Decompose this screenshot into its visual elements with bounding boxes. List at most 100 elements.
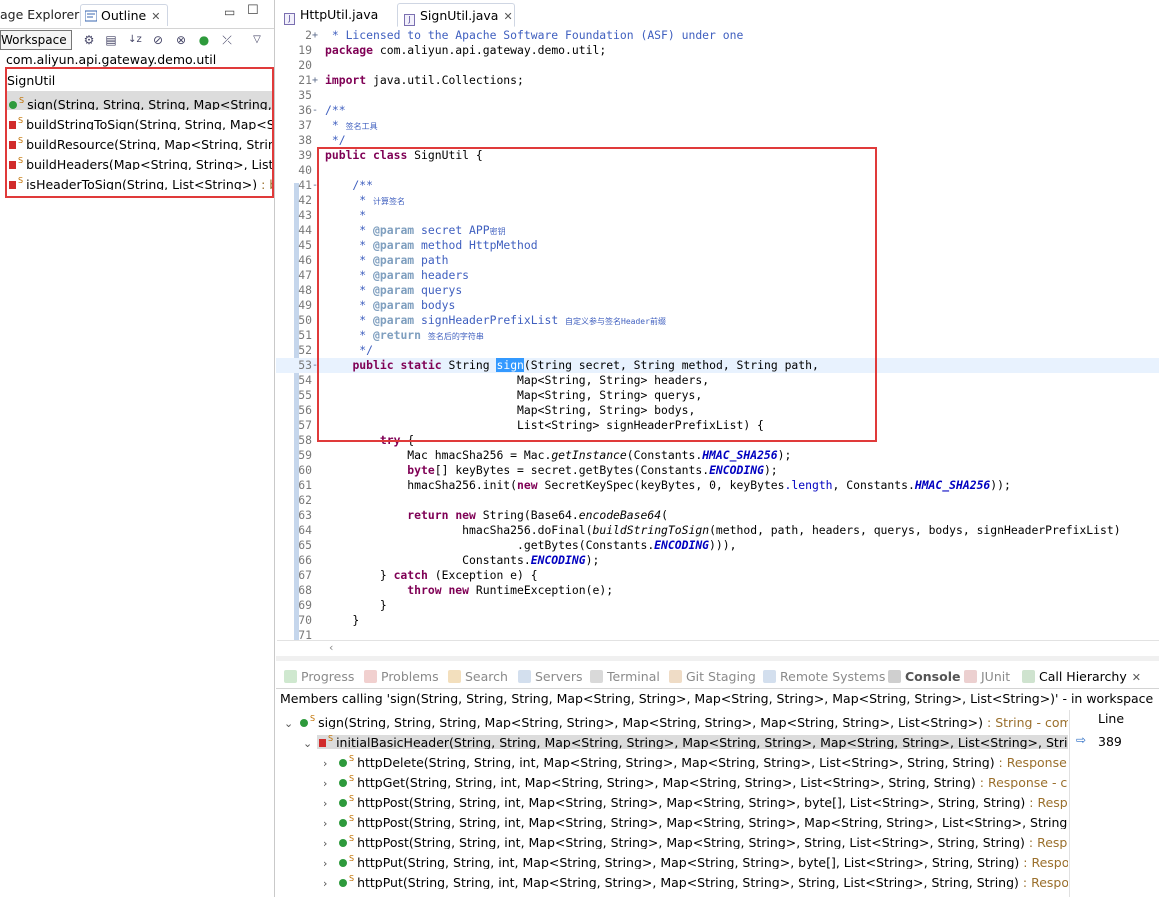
- outline-class-item[interactable]: SignUtil: [7, 71, 272, 90]
- outline-member-buildheaders[interactable]: SbuildHeaders(Map<String, String>, List<…: [7, 151, 272, 170]
- hide-local-types-icon[interactable]: ⤫: [220, 33, 234, 47]
- tab-servers[interactable]: Servers: [518, 667, 583, 687]
- member-return-type: : bo: [261, 177, 272, 190]
- chevron-right-icon[interactable]: ›: [323, 874, 337, 889]
- call-location-arrow-icon: ⇨: [1076, 733, 1087, 747]
- tab-progress[interactable]: Progress: [284, 667, 354, 687]
- close-icon[interactable]: ✕: [151, 10, 160, 23]
- code-line: 38 */: [298, 133, 346, 147]
- minimize-icon[interactable]: ▭: [224, 5, 235, 19]
- tree-root-sign[interactable]: ⌄ Ssign(String, String, String, Map<Strin…: [284, 709, 1068, 729]
- tree-node-caller[interactable]: › ShttpPost(String, String, int, Map<Stri…: [323, 829, 1068, 849]
- public-method-icon: [339, 779, 347, 787]
- tree-node-caller[interactable]: › ShttpPut(String, String, int, Map<Strin…: [323, 869, 1068, 889]
- tab-label: Remote Systems: [780, 669, 886, 684]
- tab-git-staging[interactable]: Git Staging: [669, 667, 756, 687]
- tab-console[interactable]: Console: [888, 667, 960, 687]
- chevron-right-icon[interactable]: ›: [323, 774, 337, 789]
- chevron-right-icon[interactable]: ›: [323, 834, 337, 849]
- call-line-number[interactable]: 389: [1098, 734, 1122, 749]
- code-line: 20: [298, 58, 312, 72]
- tree-node-caller[interactable]: › ShttpPut(String, String, int, Map<Strin…: [323, 849, 1068, 869]
- outline-member-sign[interactable]: Ssign(String, String, String, Map<String…: [7, 91, 272, 110]
- code-line: 61 hmacSha256.init(new SecretKeySpec(key…: [298, 478, 1011, 492]
- tab-httputil-java[interactable]: J HttpUtil.java: [278, 3, 393, 27]
- tree-label: httpPost(String, String, int, Map<String…: [357, 815, 1068, 829]
- hide-nonpublic-icon[interactable]: ●: [197, 33, 211, 47]
- tab-label: Git Staging: [686, 669, 756, 684]
- call-hierarchy-title: Members calling 'sign(String, String, St…: [280, 691, 1154, 706]
- console-icon: [888, 670, 901, 683]
- panel-divider[interactable]: [276, 656, 1159, 661]
- tree-return-type: : Response - com.aliyun.: [979, 775, 1068, 789]
- java-file-icon: J: [284, 13, 295, 25]
- code-line: 71: [298, 628, 312, 640]
- scroll-left-icon[interactable]: ‹: [329, 641, 333, 654]
- tree-node-caller[interactable]: › ShttpGet(String, String, int, Map<Strin…: [323, 769, 1068, 789]
- horizontal-scrollbar[interactable]: ‹: [277, 640, 1159, 655]
- outline-member-isheadertosign[interactable]: SisHeaderToSign(String, List<String>) : …: [7, 171, 272, 190]
- code-line: 65 .getBytes(Constants.ENCODING))),: [298, 538, 737, 552]
- member-label: buildStringToSign(String, String, Map<St…: [26, 117, 272, 130]
- java-file-icon: J: [404, 14, 415, 26]
- tree-node-caller[interactable]: › ShttpDelete(String, String, int, Map<St…: [323, 749, 1068, 769]
- public-method-icon: [339, 759, 347, 767]
- chevron-right-icon[interactable]: ›: [323, 854, 337, 869]
- close-icon[interactable]: ✕: [503, 10, 512, 23]
- member-label: isHeaderToSign(String, List<String>): [26, 177, 258, 190]
- code-line: 59 Mac hmacSha256 = Mac.getInstance(Cons…: [298, 448, 792, 462]
- close-icon[interactable]: ✕: [1132, 671, 1141, 684]
- tree-return-type: : Response - com: [1023, 855, 1068, 869]
- tree-node-caller[interactable]: › ShttpPost(String, String, int, Map<Stri…: [323, 809, 1068, 829]
- tab-label: JUnit: [981, 669, 1011, 684]
- outline-member-buildresource[interactable]: SbuildResource(String, Map<String, Strin…: [7, 131, 272, 150]
- fold-icon[interactable]: -: [312, 103, 318, 118]
- tab-search[interactable]: Search: [448, 667, 508, 687]
- hide-fields-icon[interactable]: ⊘: [151, 33, 165, 47]
- tree-label: httpGet(String, String, int, Map<String,…: [357, 775, 976, 789]
- code-line: 2 + * Licensed to the Apache Software Fou…: [305, 28, 744, 43]
- public-method-icon: [339, 839, 347, 847]
- tree-node-caller[interactable]: › ShttpPost(String, String, int, Map<Stri…: [323, 789, 1068, 809]
- fold-icon[interactable]: +: [312, 28, 318, 43]
- tab-label: HttpUtil.java: [300, 7, 379, 22]
- tab-label: Progress: [301, 669, 355, 684]
- tab-junit[interactable]: JUnit: [964, 667, 1010, 687]
- tab-call-hierarchy[interactable]: Call Hierarchy ✕: [1022, 667, 1141, 687]
- member-label: buildHeaders(Map<String, String>, List<S: [26, 157, 272, 170]
- tab-outline[interactable]: Outline ✕: [80, 4, 168, 26]
- view-menu-icon[interactable]: ▽: [250, 33, 264, 47]
- tree-node-initialbasicheader[interactable]: ⌄ SinitialBasicHeader(String, String, Map…: [303, 729, 1068, 749]
- collapse-icon[interactable]: ⚙: [82, 33, 96, 47]
- outline-member-buildstringtosign[interactable]: SbuildStringToSign(String, String, Map<S…: [7, 111, 272, 130]
- chevron-right-icon[interactable]: ›: [323, 814, 337, 829]
- maximize-icon[interactable]: ☐: [247, 3, 259, 18]
- fold-icon[interactable]: +: [312, 73, 318, 88]
- code-line: 63 return new String(Base64.encodeBase64…: [298, 508, 668, 522]
- tree-return-type: : Response - com: [1028, 835, 1068, 849]
- tab-remote-systems[interactable]: Remote Systems: [763, 667, 885, 687]
- tab-package-explorer[interactable]: age Explorer: [0, 4, 79, 26]
- outline-icon: [84, 7, 98, 22]
- member-label: sign(String, String, String, Map<String,…: [27, 97, 272, 110]
- chevron-right-icon[interactable]: ›: [323, 794, 337, 809]
- tree-label: httpPost(String, String, int, Map<String…: [357, 795, 1026, 809]
- chevron-down-icon[interactable]: ⌄: [303, 734, 317, 749]
- sort-icon[interactable]: ↓z: [128, 33, 142, 47]
- chevron-right-icon[interactable]: ›: [323, 754, 337, 769]
- tab-signutil-java[interactable]: J SignUtil.java ✕: [397, 3, 515, 27]
- tab-label: Problems: [381, 669, 439, 684]
- hide-static-icon[interactable]: ⊗: [174, 33, 188, 47]
- problems-icon: [364, 670, 377, 683]
- tab-terminal[interactable]: Terminal: [590, 667, 660, 687]
- tree-label: sign(String, String, String, Map<String,…: [318, 715, 984, 729]
- public-method-icon: [339, 819, 347, 827]
- public-method-icon: [9, 101, 17, 109]
- collapse-all-icon[interactable]: ▤: [104, 33, 118, 47]
- code-line: 68 throw new RuntimeException(e);: [298, 583, 614, 597]
- chevron-down-icon[interactable]: ⌄: [284, 714, 298, 729]
- servers-icon: [518, 670, 531, 683]
- tab-problems[interactable]: Problems: [364, 667, 439, 687]
- tree-label: httpDelete(String, String, int, Map<Stri…: [357, 755, 995, 769]
- call-hierarchy-icon: [1022, 670, 1035, 683]
